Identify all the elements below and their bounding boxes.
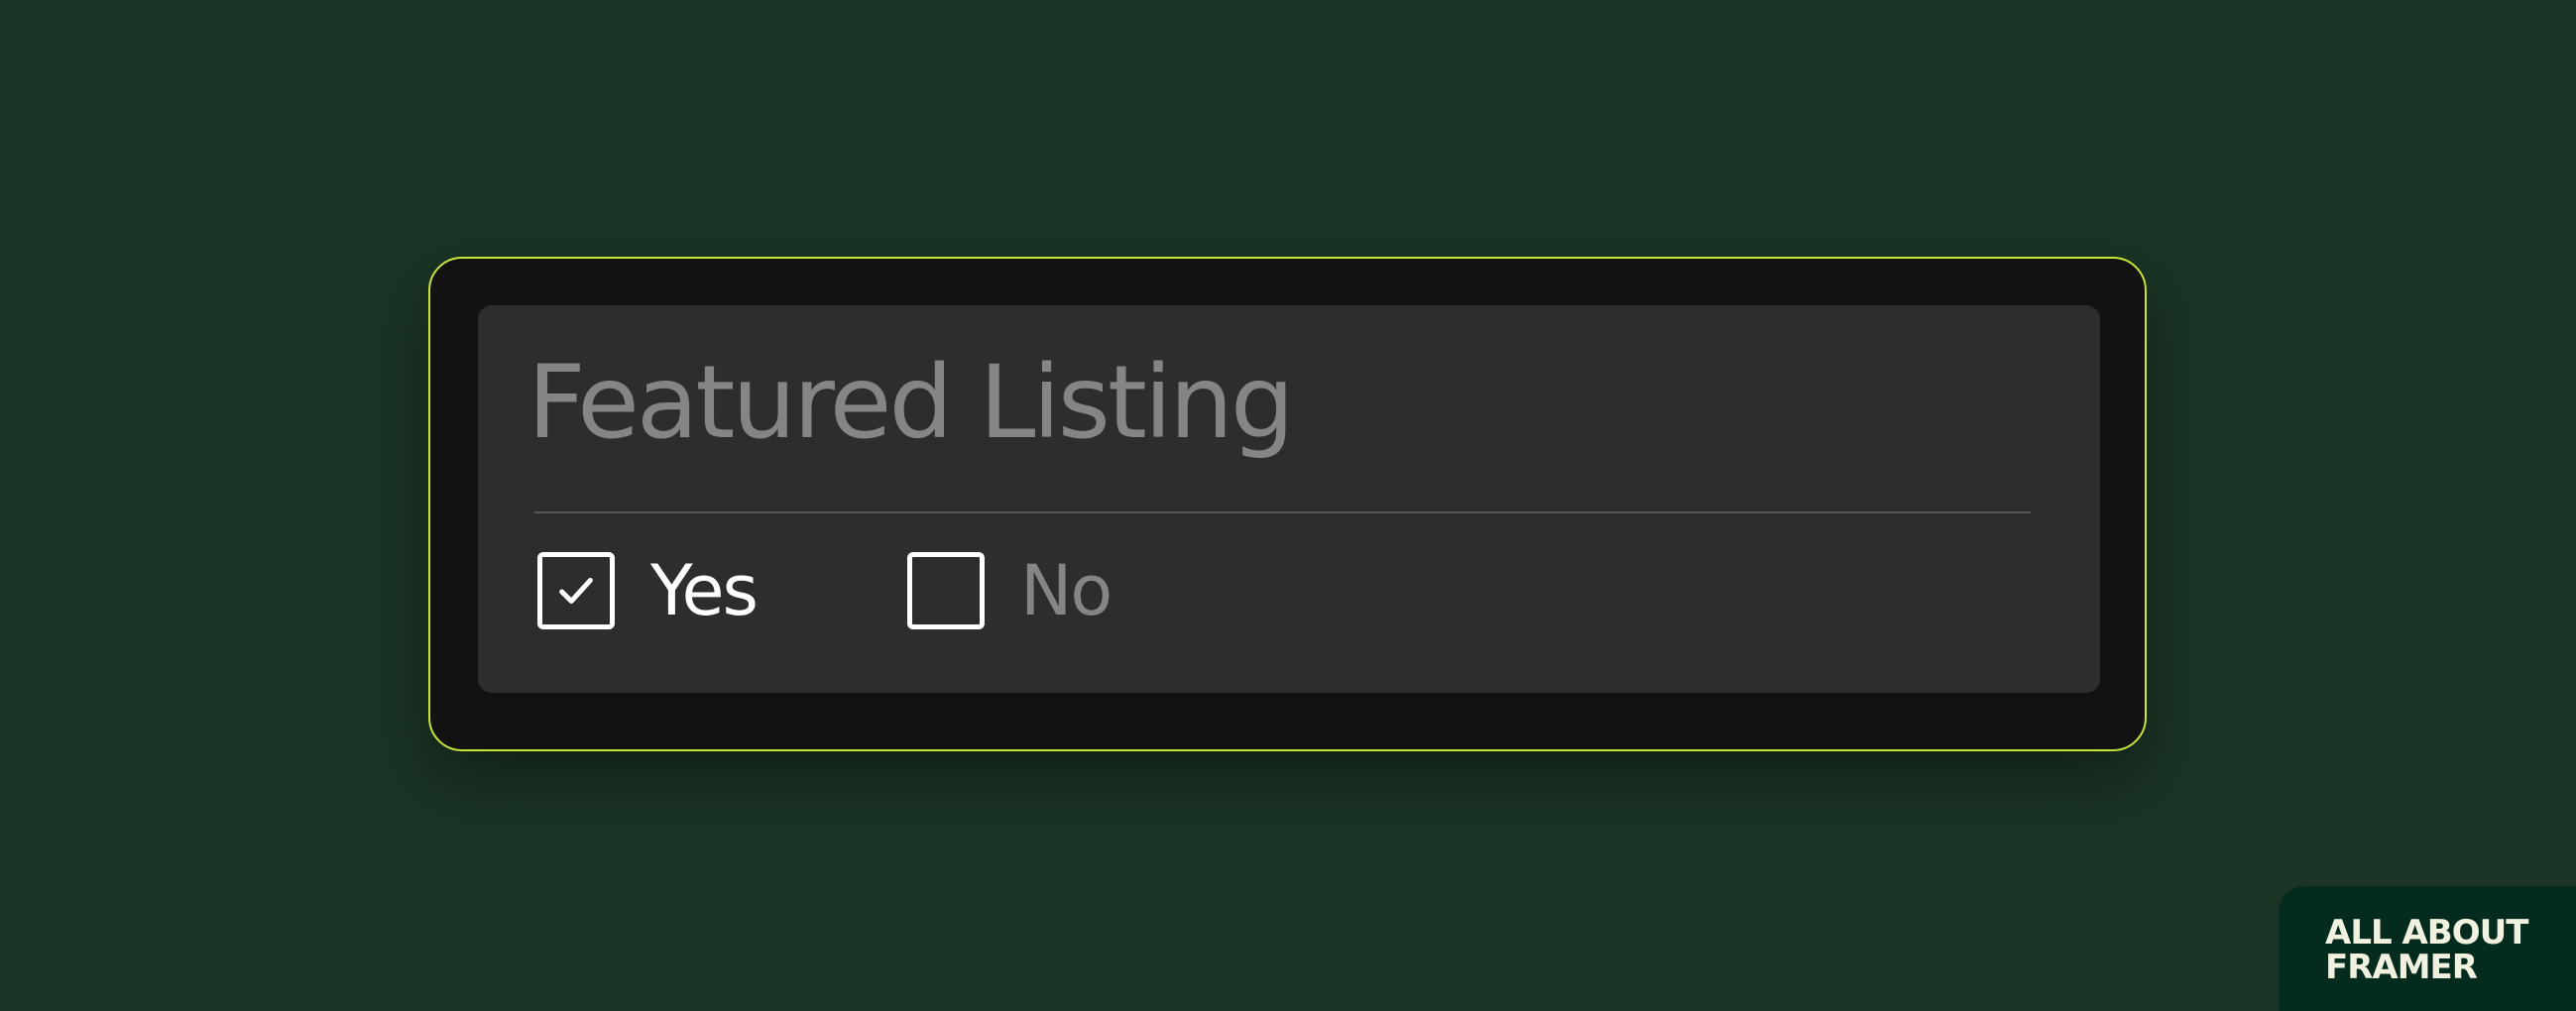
field-card: Featured Listing Yes No — [478, 305, 2100, 693]
brand-logo-text: ALL ABOUT FRAMER — [2325, 913, 2528, 987]
checkbox-yes[interactable] — [537, 552, 615, 629]
brand-line-2: FRAMER — [2325, 948, 2478, 987]
divider — [534, 511, 2031, 513]
option-no-label: No — [1020, 550, 1112, 631]
selection-frame: Featured Listing Yes No — [428, 257, 2147, 751]
checkbox-no[interactable] — [907, 552, 985, 629]
option-yes-label: Yes — [650, 550, 759, 631]
brand-line-1: ALL ABOUT — [2325, 913, 2528, 953]
option-yes[interactable]: Yes — [537, 548, 759, 633]
field-title: Featured Listing — [527, 344, 1295, 462]
option-no[interactable]: No — [907, 548, 1112, 633]
check-icon — [559, 577, 593, 605]
brand-badge: ALL ABOUT FRAMER — [2279, 886, 2576, 1011]
